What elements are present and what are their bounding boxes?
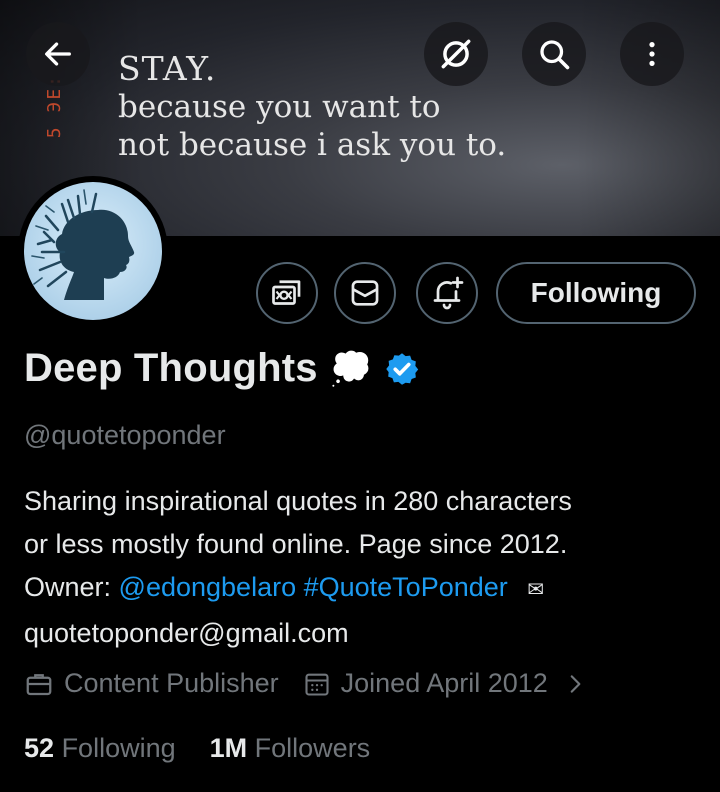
thought-balloon-emoji: 💭 — [329, 349, 373, 388]
followers-count: 1M — [209, 733, 248, 763]
bio-line: Sharing inspirational quotes in 280 char… — [24, 486, 572, 516]
notify-button[interactable] — [416, 262, 478, 324]
envelope-emoji: ✉ — [527, 579, 545, 601]
display-name: Deep Thoughts — [24, 346, 318, 390]
avatar[interactable] — [18, 176, 168, 326]
profile-stats: 52 Following 1M Followers — [24, 733, 370, 764]
verified-badge-icon[interactable] — [384, 351, 420, 387]
tip-button[interactable] — [256, 262, 318, 324]
calendar-icon — [305, 673, 329, 696]
more-vertical-icon — [649, 42, 655, 66]
profile-bio: Sharing inspirational quotes in 280 char… — [24, 480, 704, 655]
banner-quote-line: not because i ask you to. — [118, 127, 507, 163]
following-button[interactable]: Following — [496, 262, 696, 324]
search-icon — [540, 40, 570, 70]
bio-owner-line: Owner: @edongbelaro #QuoteToPonder ✉ — [24, 566, 704, 612]
owner-label: Owner: — [24, 572, 112, 602]
briefcase-icon — [26, 673, 52, 695]
hashtag-link[interactable]: #QuoteToPonder — [304, 572, 508, 602]
more-button[interactable] — [620, 22, 684, 86]
followers-label: Followers — [254, 733, 371, 763]
tip-money-icon — [272, 280, 301, 305]
grok-button[interactable] — [424, 22, 488, 86]
banner-quote-line: because you want to — [118, 89, 441, 125]
joined-label: Joined April 2012 — [340, 668, 548, 698]
arrow-left-icon — [45, 42, 71, 66]
following-count: 52 — [24, 733, 55, 763]
tree-head-silhouette-icon — [31, 189, 135, 300]
bio-email: quotetoponder@gmail.com — [24, 618, 349, 648]
chevron-right-icon[interactable] — [562, 671, 588, 697]
profile-handle: @quotetoponder — [24, 420, 226, 450]
following-link[interactable]: 52 Following — [24, 733, 176, 764]
profile-meta: Content Publisher Joined April 2012 — [24, 668, 588, 699]
back-button[interactable] — [26, 22, 90, 86]
slash-circle-icon — [441, 39, 471, 69]
category-label: Content Publisher — [64, 668, 279, 698]
bio-line: or less mostly found online. Page since … — [24, 529, 568, 559]
owner-handle-link[interactable]: @edongbelaro — [119, 572, 297, 602]
joined-item: Joined April 2012 — [303, 668, 548, 699]
profile-name-row: Deep Thoughts 💭 — [24, 346, 420, 391]
following-label: Following — [61, 733, 176, 763]
search-button[interactable] — [522, 22, 586, 86]
followers-link[interactable]: 1M Followers — [210, 733, 371, 764]
message-button[interactable] — [334, 262, 396, 324]
category-item: Content Publisher — [24, 668, 279, 699]
envelope-icon — [351, 280, 379, 306]
bell-plus-icon — [433, 276, 464, 310]
avatar-image — [24, 182, 162, 320]
